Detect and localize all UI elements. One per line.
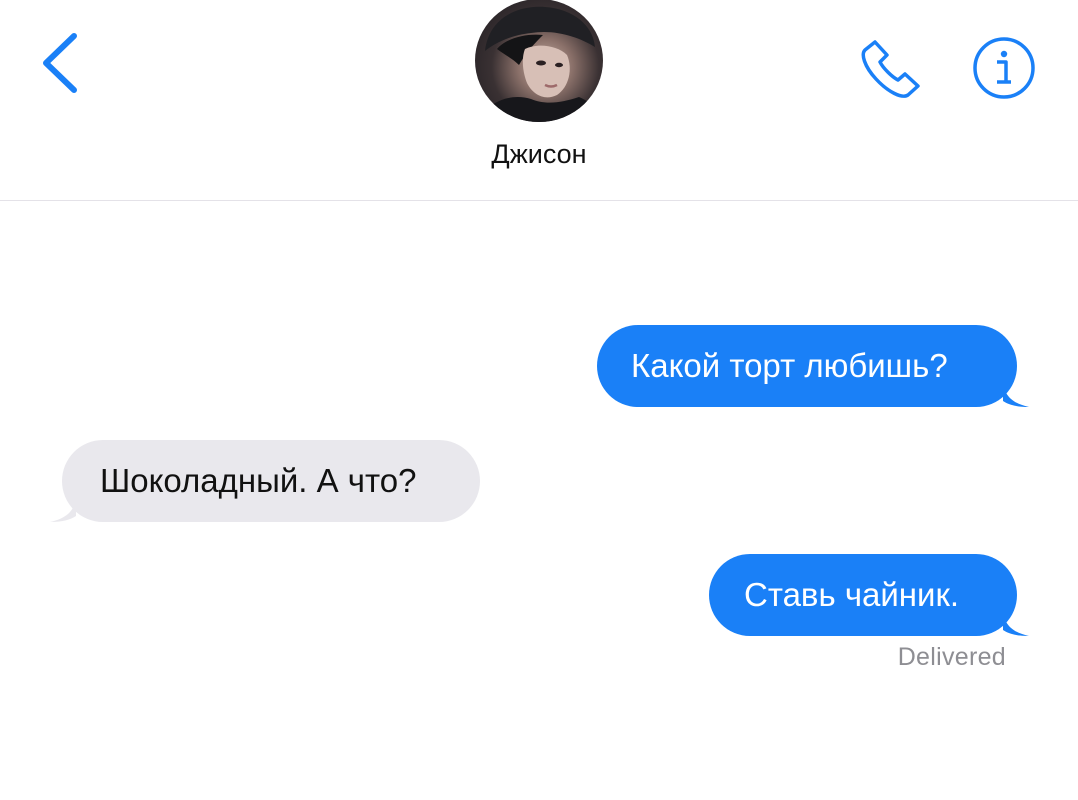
bubble-tail (1003, 612, 1029, 636)
conversation-header: Джисон (0, 0, 1078, 201)
message-bubble-incoming[interactable]: Шоколадный. А что? (50, 440, 480, 522)
delivery-status: Delivered (897, 643, 1006, 671)
message-bubble-outgoing[interactable]: Ставь чайник. (709, 554, 1029, 636)
info-button[interactable] (970, 34, 1038, 102)
message-text: Ставь чайник. (744, 576, 960, 613)
message-bubble-outgoing[interactable]: Какой торт любишь? (597, 325, 1029, 407)
back-button[interactable] (36, 30, 86, 96)
chevron-left-icon (43, 33, 77, 93)
contact-name[interactable]: Джисон (0, 139, 1078, 170)
avatar-photo (479, 6, 603, 122)
phone-icon (861, 40, 920, 98)
info-icon (973, 37, 1035, 99)
bubble-tail (50, 498, 76, 522)
call-button[interactable] (858, 36, 926, 102)
message-text: Шоколадный. А что? (100, 462, 417, 499)
message-text: Какой торт любишь? (631, 347, 948, 384)
avatar[interactable] (475, 0, 603, 122)
bubble-tail (1003, 383, 1029, 407)
